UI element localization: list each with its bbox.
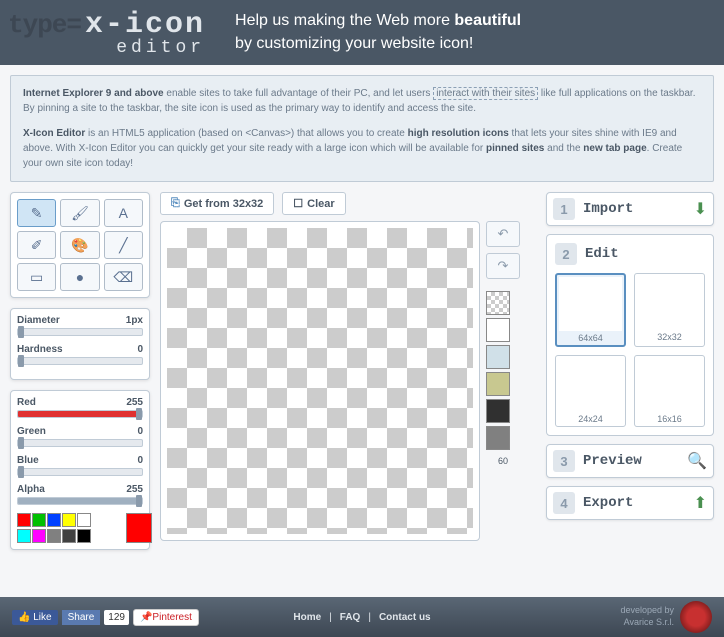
edit-panel: 2 Edit 64x6432x3224x2416x16 bbox=[546, 234, 714, 436]
slogan: Help us making the Web more beautiful by… bbox=[235, 10, 521, 55]
swatch[interactable] bbox=[32, 513, 46, 527]
eyedropper-tool[interactable]: ✐ bbox=[17, 231, 56, 259]
swatch[interactable] bbox=[47, 513, 61, 527]
logo-sub: editor bbox=[8, 38, 205, 58]
tools-panel: ✎ 🖌 A ✐ 🎨 ╱ ▭ ● ⌫ bbox=[10, 192, 150, 298]
developer-credit: developed byAvarice S.r.l. bbox=[620, 605, 674, 629]
export-icon: ⬆ bbox=[694, 493, 707, 513]
size-option[interactable]: 24x24 bbox=[555, 355, 626, 427]
swatch[interactable] bbox=[32, 529, 46, 543]
app-header: type= x-icon editor Help us making the W… bbox=[0, 0, 724, 65]
circle-tool[interactable]: ● bbox=[60, 263, 99, 291]
pencil-tool[interactable]: ✎ bbox=[17, 199, 56, 227]
fb-share-button[interactable]: Share bbox=[62, 610, 101, 625]
palette-label: 60 bbox=[486, 456, 520, 466]
rect-tool[interactable]: ▭ bbox=[17, 263, 56, 291]
pixel-canvas[interactable] bbox=[160, 221, 480, 541]
brush-sliders-panel: Diameter1px Hardness0 bbox=[10, 308, 150, 380]
import-icon: ⬇ bbox=[694, 199, 707, 219]
swatch[interactable] bbox=[47, 529, 61, 543]
size-option[interactable]: 32x32 bbox=[634, 273, 705, 347]
fb-like-button[interactable]: 👍 Like bbox=[12, 610, 58, 625]
palette-swatch[interactable] bbox=[486, 372, 510, 396]
swatch[interactable] bbox=[77, 529, 91, 543]
logo: type= x-icon editor bbox=[8, 8, 205, 58]
undo-button[interactable]: ↶ bbox=[486, 221, 520, 247]
alpha-slider[interactable] bbox=[17, 497, 143, 505]
logo-prefix: type= bbox=[8, 10, 81, 40]
footer-link[interactable]: Home bbox=[293, 612, 321, 623]
palette-swatch[interactable] bbox=[486, 399, 510, 423]
size-option[interactable]: 64x64 bbox=[555, 273, 626, 347]
preview-icon: 🔍 bbox=[687, 451, 707, 471]
size-option[interactable]: 16x16 bbox=[634, 355, 705, 427]
logo-main: x-icon bbox=[85, 8, 205, 42]
palette-swatch[interactable] bbox=[486, 291, 510, 315]
blue-slider[interactable] bbox=[17, 468, 143, 476]
get-from-button[interactable]: ⎘Get from 32x32 bbox=[160, 192, 274, 215]
share-count: 129 bbox=[104, 610, 129, 625]
clear-icon: ☐ bbox=[293, 197, 303, 210]
swatch[interactable] bbox=[77, 513, 91, 527]
footer: 👍 Like Share 129 📌Pinterest Home|FAQ|Con… bbox=[0, 597, 724, 637]
eraser-tool[interactable]: ⌫ bbox=[104, 263, 143, 291]
palette-swatch[interactable] bbox=[486, 345, 510, 369]
clear-button[interactable]: ☐Clear bbox=[282, 192, 345, 215]
step-preview[interactable]: 3 Preview 🔍 bbox=[546, 444, 714, 478]
diameter-slider[interactable] bbox=[17, 328, 143, 336]
swatch[interactable] bbox=[62, 513, 76, 527]
current-color[interactable] bbox=[126, 513, 152, 543]
green-slider[interactable] bbox=[17, 439, 143, 447]
hardness-slider[interactable] bbox=[17, 357, 143, 365]
palette-swatch[interactable] bbox=[486, 318, 510, 342]
pinterest-button[interactable]: 📌Pinterest bbox=[133, 609, 199, 626]
swatch[interactable] bbox=[62, 529, 76, 543]
copy-icon: ⎘ bbox=[171, 197, 180, 210]
color-swatches bbox=[17, 513, 143, 543]
swatch[interactable] bbox=[17, 529, 31, 543]
red-slider[interactable] bbox=[17, 410, 143, 418]
brush-tool[interactable]: 🖌 bbox=[60, 199, 99, 227]
line-tool[interactable]: ╱ bbox=[104, 231, 143, 259]
color-sliders-panel: Red255 Green0 Blue0 Alpha255 bbox=[10, 390, 150, 550]
palette-swatch[interactable] bbox=[486, 426, 510, 450]
text-tool[interactable]: A bbox=[104, 199, 143, 227]
swatch[interactable] bbox=[17, 513, 31, 527]
step-export[interactable]: 4 Export ⬆ bbox=[546, 486, 714, 520]
step-import[interactable]: 1 Import ⬇ bbox=[546, 192, 714, 226]
footer-link[interactable]: Contact us bbox=[379, 612, 431, 623]
description-panel: Internet Explorer 9 and above enable sit… bbox=[10, 75, 714, 182]
footer-link[interactable]: FAQ bbox=[340, 612, 361, 623]
developer-logo-icon bbox=[680, 601, 712, 633]
redo-button[interactable]: ↷ bbox=[486, 253, 520, 279]
bucket-tool[interactable]: 🎨 bbox=[60, 231, 99, 259]
